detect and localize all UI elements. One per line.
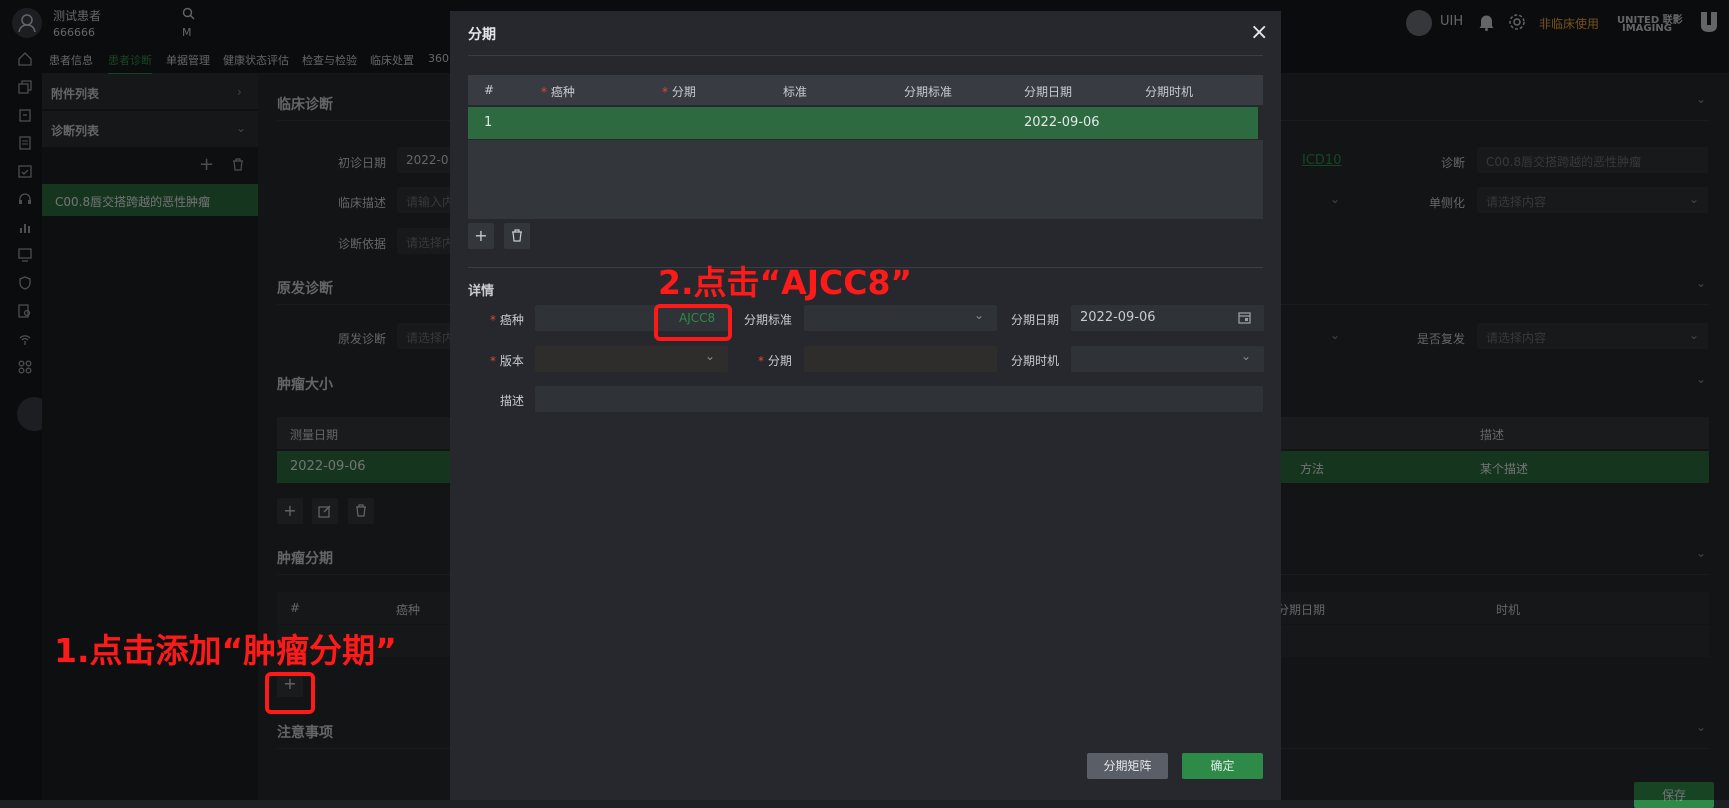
col-standard: 标准 [783, 85, 808, 99]
row-stage-date: 2022-09-06 [1024, 115, 1100, 130]
stage-timing-label: 分期时机 [1011, 354, 1060, 368]
col-stage-date: 分期日期 [1024, 85, 1073, 99]
chevron-down-icon: ⌄ [705, 349, 716, 363]
col-stage: * 分期 [662, 85, 696, 99]
description-input[interactable] [535, 386, 1263, 412]
col-no: # [484, 83, 495, 97]
calendar-icon[interactable] [1238, 311, 1251, 327]
annotation-step2: 2.点击“AJCC8” [658, 263, 913, 302]
staging-table-header: # * 癌种 * 分期 标准 分期标准 分期日期 分期时机 [468, 75, 1263, 105]
annotation-step1: 1.点击添加“肿瘤分期” [54, 631, 397, 670]
chevron-down-icon: ⌄ [974, 308, 985, 322]
add-row-button[interactable]: + [468, 223, 494, 249]
description-label: 描述 [500, 394, 525, 408]
col-stage-standard: 分期标准 [904, 85, 953, 99]
version-select[interactable] [535, 346, 728, 372]
col-stage-timing: 分期时机 [1145, 85, 1194, 99]
chevron-down-icon: ⌄ [1241, 349, 1252, 363]
details-title: 详情 [468, 284, 495, 299]
close-icon[interactable]: × [1250, 20, 1268, 45]
table-empty-area [468, 140, 1263, 219]
cancer-type-label: * 癌种 [490, 313, 524, 327]
confirm-button[interactable]: 确定 [1182, 753, 1263, 779]
stage-timing-select[interactable] [1071, 346, 1264, 372]
stage-date-field[interactable]: 2022-09-06 [1071, 305, 1264, 331]
annotation-box-add-staging [265, 672, 315, 714]
dialog-title: 分期 [468, 27, 496, 43]
col-cancer-type: * 癌种 [541, 85, 575, 99]
stage-matrix-button[interactable]: 分期矩阵 [1087, 753, 1168, 779]
stage-matrix-label: 分期矩阵 [1103, 759, 1152, 773]
stage-standard-label: 分期标准 [744, 313, 793, 327]
table-row[interactable]: 1 2022-09-06 [468, 107, 1258, 139]
stage-label: * 分期 [758, 354, 792, 368]
row-no: 1 [484, 115, 493, 130]
divider [468, 55, 1263, 56]
annotation-box-ajcc8 [654, 304, 732, 341]
delete-row-button[interactable] [504, 223, 530, 249]
stage-field[interactable] [804, 346, 997, 372]
stage-date-label: 分期日期 [1011, 313, 1060, 327]
confirm-button-label: 确定 [1210, 759, 1235, 773]
version-label: * 版本 [490, 354, 524, 368]
staging-dialog: 分期 × # * 癌种 * 分期 标准 分期标准 分期日期 分期时机 1 202… [450, 11, 1281, 800]
stage-standard-select[interactable] [804, 305, 997, 331]
